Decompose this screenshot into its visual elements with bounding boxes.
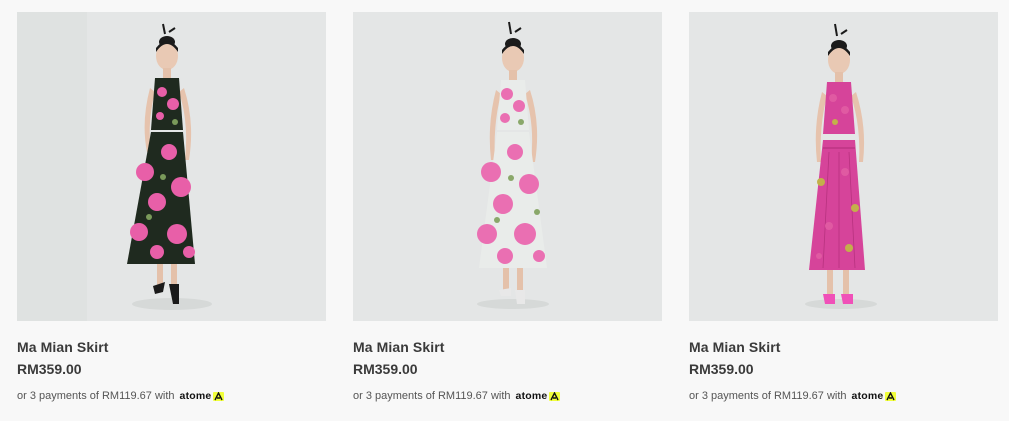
product-image[interactable] xyxy=(689,12,998,321)
product-name[interactable]: Ma Mian Skirt xyxy=(17,339,326,355)
product-name[interactable]: Ma Mian Skirt xyxy=(353,339,662,355)
product-card[interactable]: Ma Mian Skirt RM359.00 or 3 payments of … xyxy=(17,12,326,403)
product-name[interactable]: Ma Mian Skirt xyxy=(689,339,998,355)
model-photo xyxy=(689,12,998,321)
product-card[interactable]: Ma Mian Skirt RM359.00 or 3 payments of … xyxy=(353,12,662,403)
installment-text: or 3 payments of RM119.67 with xyxy=(689,390,847,402)
installment-info: or 3 payments of RM119.67 with atome xyxy=(689,389,998,403)
installment-text: or 3 payments of RM119.67 with xyxy=(17,390,175,402)
product-image[interactable] xyxy=(353,12,662,321)
installment-info: or 3 payments of RM119.67 with atome xyxy=(353,389,662,403)
model-photo xyxy=(17,12,326,321)
product-card[interactable]: Ma Mian Skirt RM359.00 or 3 payments of … xyxy=(689,12,998,403)
installment-info: or 3 payments of RM119.67 with atome xyxy=(17,389,326,403)
atome-logo-icon xyxy=(549,391,561,401)
product-grid: Ma Mian Skirt RM359.00 or 3 payments of … xyxy=(0,0,1009,421)
product-price: RM359.00 xyxy=(17,361,82,377)
atome-logo-icon xyxy=(885,391,897,401)
model-photo xyxy=(353,12,662,321)
atome-brand-label[interactable]: atome xyxy=(516,389,548,403)
product-price: RM359.00 xyxy=(353,361,418,377)
product-price: RM359.00 xyxy=(689,361,754,377)
atome-brand-label[interactable]: atome xyxy=(852,389,884,403)
atome-logo-icon xyxy=(213,391,225,401)
installment-text: or 3 payments of RM119.67 with xyxy=(353,390,511,402)
product-image[interactable] xyxy=(17,12,326,321)
atome-brand-label[interactable]: atome xyxy=(180,389,212,403)
